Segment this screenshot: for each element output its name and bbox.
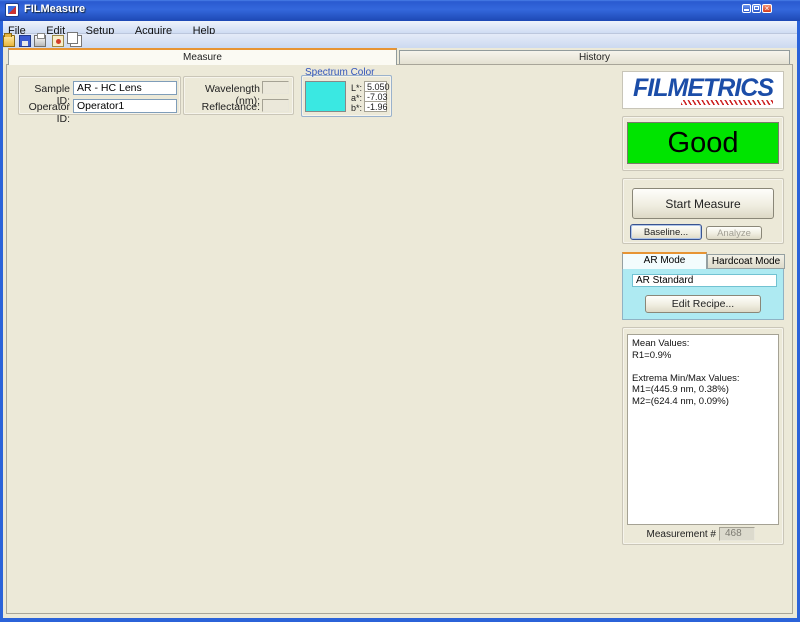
tab-ar-mode[interactable]: AR Mode bbox=[622, 252, 707, 269]
measurement-number-label: Measurement # bbox=[640, 529, 716, 540]
lab-a-label: a*: bbox=[348, 93, 362, 103]
spectrum-color-title: Spectrum Color bbox=[305, 67, 374, 78]
reflectance-label: Reflectance: bbox=[184, 101, 260, 113]
tab-measure[interactable]: Measure bbox=[8, 48, 397, 65]
open-icon[interactable] bbox=[3, 35, 15, 47]
title-bar: FILMeasure × bbox=[0, 0, 800, 21]
save-icon[interactable] bbox=[19, 35, 31, 47]
window-frame-bottom bbox=[0, 618, 800, 622]
close-button[interactable]: × bbox=[762, 4, 772, 13]
operator-id-input[interactable] bbox=[73, 99, 177, 113]
sample-id-input[interactable] bbox=[73, 81, 177, 95]
wavelength-readout bbox=[262, 81, 289, 94]
app-window: FILMeasure × File Edit Setup Acquire Hel… bbox=[0, 0, 800, 622]
results-text: Mean Values: R1=0.9% Extrema Min/Max Val… bbox=[627, 334, 779, 525]
window-title: FILMeasure bbox=[24, 3, 85, 15]
copy-icon[interactable] bbox=[70, 35, 82, 47]
print-icon[interactable] bbox=[34, 35, 46, 47]
recipe-input[interactable] bbox=[632, 274, 777, 287]
restore-icon bbox=[754, 6, 759, 10]
minimize-icon bbox=[744, 9, 749, 11]
minimize-button[interactable] bbox=[742, 4, 751, 13]
measurement-number-value: 468 bbox=[719, 527, 755, 541]
app-icon bbox=[5, 3, 19, 17]
baseline-button[interactable]: Baseline... bbox=[630, 224, 702, 240]
spectrum-color-swatch bbox=[305, 81, 346, 112]
tab-history[interactable]: History bbox=[399, 50, 790, 65]
analyze-button[interactable]: Analyze bbox=[706, 226, 762, 240]
menu-bar: File Edit Setup Acquire Help bbox=[0, 21, 800, 34]
start-measure-button[interactable]: Start Measure bbox=[632, 188, 774, 219]
status-indicator: Good bbox=[627, 122, 779, 164]
recipe-icon[interactable] bbox=[52, 35, 64, 47]
lab-b-value: -1.96 bbox=[364, 101, 387, 112]
edit-recipe-button[interactable]: Edit Recipe... bbox=[645, 295, 761, 313]
window-frame-left bbox=[0, 21, 3, 622]
lab-b-label: b*: bbox=[348, 103, 362, 113]
filmetrics-logo: FILMETRICS bbox=[622, 71, 784, 109]
toolbar bbox=[0, 34, 800, 48]
lab-l-label: L*: bbox=[348, 83, 362, 93]
operator-id-label: Operator ID: bbox=[14, 101, 70, 125]
restore-button[interactable] bbox=[752, 4, 761, 13]
reflectance-readout bbox=[262, 99, 289, 112]
brand-hatch-decoration bbox=[681, 100, 773, 105]
tab-hardcoat-mode[interactable]: Hardcoat Mode bbox=[707, 254, 785, 269]
